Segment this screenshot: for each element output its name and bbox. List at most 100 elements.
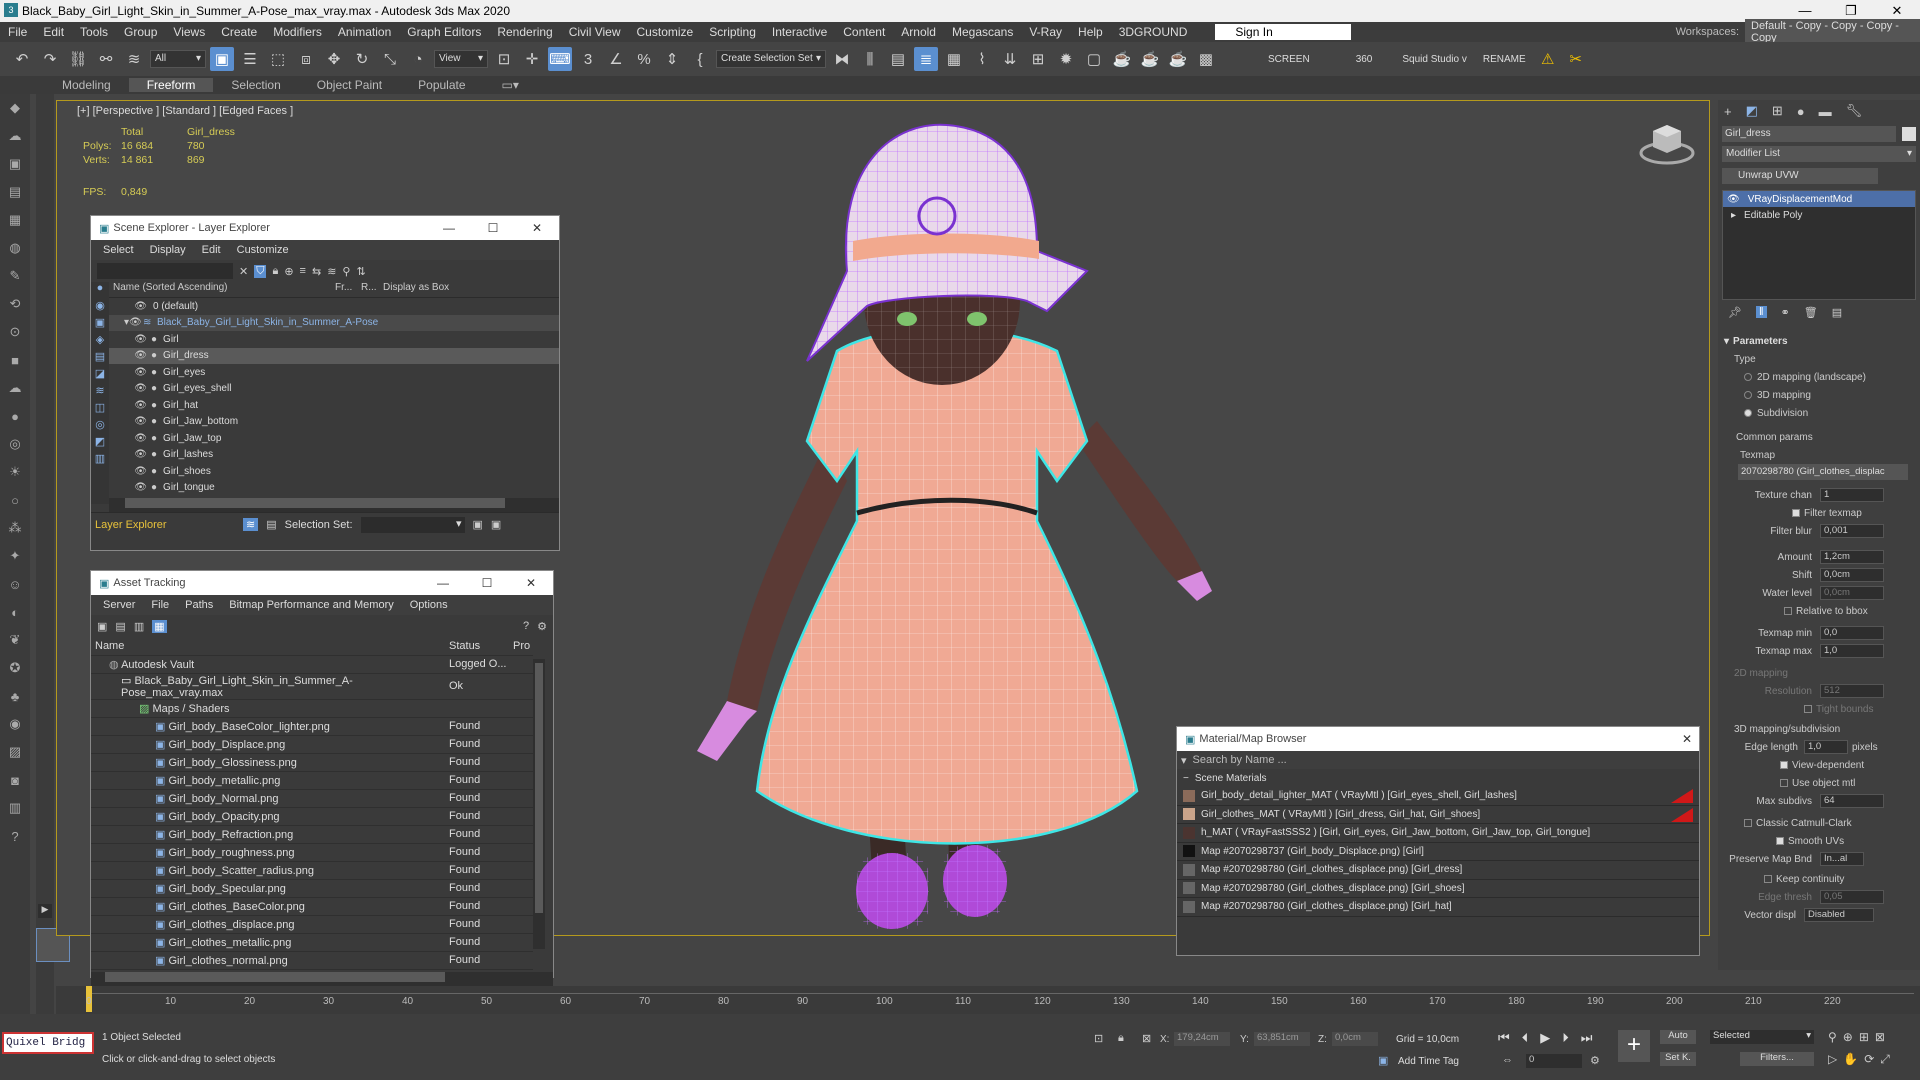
edge-length-spinner[interactable]: 1,0 [1804, 740, 1848, 754]
material-editor-icon[interactable]: ⊞ [1026, 47, 1050, 71]
percent-snap-icon[interactable]: % [632, 47, 656, 71]
se-side-display-icon[interactable]: ● [91, 282, 109, 299]
systems-icon[interactable]: ◍ [0, 234, 30, 262]
menu-content[interactable]: Content [835, 25, 893, 39]
table-row[interactable]: ▣ Girl_body_Specular.png Found [91, 879, 533, 898]
maximize-viewport-icon[interactable]: ⤢ [1880, 1052, 1890, 1067]
render-setup-icon[interactable]: ✹ [1054, 47, 1078, 71]
screen-360-label[interactable]: 360 [1350, 54, 1379, 65]
set-key-button[interactable]: Set K. [1660, 1052, 1696, 1066]
schematic-view-icon[interactable]: ⇊ [998, 47, 1022, 71]
zoom-extents-icon[interactable]: ⊞ [1859, 1030, 1869, 1044]
spinner-snap-icon[interactable]: ⇕ [660, 47, 684, 71]
texmap-min-spinner[interactable]: 0,0 [1820, 626, 1884, 640]
at-maximize-button[interactable]: ☐ [465, 576, 509, 590]
current-frame-field[interactable]: 0 [1526, 1054, 1582, 1068]
mirror-icon[interactable]: ⧓ [830, 47, 854, 71]
se-find-icon[interactable]: ⚲ [342, 265, 350, 278]
y-coordinate-field[interactable]: 63,851cm [1254, 1032, 1310, 1046]
undo-icon[interactable]: ↶ [10, 47, 34, 71]
tree-row[interactable]: 👁︎ ● Girl_hat [109, 397, 559, 414]
select-by-name-icon[interactable]: ☰ [238, 47, 262, 71]
at-col-pro[interactable]: Pro [509, 637, 533, 656]
menu-interactive[interactable]: Interactive [764, 25, 835, 39]
stack-item-vray-displacement[interactable]: 👁︎ VRayDisplacementMod [1723, 191, 1915, 207]
se-menu-display[interactable]: Display [142, 244, 194, 256]
object-name-field[interactable]: Girl_dress [1722, 126, 1896, 142]
table-row[interactable]: ▣ Girl_body_Opacity.png Found [91, 807, 533, 826]
snap-icon[interactable]: ⊙ [0, 318, 30, 346]
quixel-bridge-button[interactable]: Quixel Bridg [2, 1032, 94, 1054]
time-slider-track[interactable] [86, 986, 1914, 994]
radio-2d-mapping[interactable]: 2D mapping (landscape) [1724, 368, 1914, 386]
tree-row[interactable]: 👁︎ ● Girl_eyes [109, 364, 559, 381]
se-footer-save-icon[interactable]: ▣ [473, 518, 483, 531]
toggle-ribbon-icon[interactable]: ▦ [942, 47, 966, 71]
screen-label[interactable]: SCREEN [1262, 54, 1316, 65]
material-browser-titlebar[interactable]: ▣ Material/Map Browser ✕ [1177, 727, 1699, 751]
radio-3d-mapping[interactable]: 3D mapping [1724, 386, 1914, 404]
bone-icon[interactable]: ✦ [0, 542, 30, 570]
menu-group[interactable]: Group [116, 25, 165, 39]
play-icon[interactable]: ▶ [1540, 1030, 1550, 1046]
orbit-icon[interactable]: ⟳ [1864, 1052, 1874, 1067]
lights-icon[interactable]: ☁ [0, 122, 30, 150]
menu-modifiers[interactable]: Modifiers [265, 25, 330, 39]
expand-icon[interactable]: ▸ [1731, 210, 1736, 221]
auto-key-button[interactable]: Auto [1660, 1030, 1696, 1044]
align-icon[interactable]: ⫼ [858, 47, 882, 71]
texture-chan-spinner[interactable]: 1 [1820, 488, 1884, 502]
viewport-label[interactable]: [+] [Perspective ] [Standard ] [Edged Fa… [77, 105, 293, 117]
mb-search-input[interactable]: Search by Name ... [1193, 754, 1699, 766]
select-scale-icon[interactable]: ⤡ [378, 47, 402, 71]
stack-item-editable-poly[interactable]: ▸ Editable Poly [1723, 207, 1915, 223]
torus-icon[interactable]: ◎ [0, 430, 30, 458]
tab-object-paint[interactable]: Object Paint [299, 78, 400, 92]
menu-scripting[interactable]: Scripting [701, 25, 764, 39]
cloud-icon[interactable]: ☁ [0, 374, 30, 402]
scissors-icon[interactable]: ✂ [1564, 47, 1588, 71]
se-menu-select[interactable]: Select [95, 244, 142, 256]
se-footer-table-icon[interactable]: ▤ [266, 518, 276, 531]
at-menu-bitmap[interactable]: Bitmap Performance and Memory [221, 599, 401, 611]
menu-create[interactable]: Create [213, 25, 265, 39]
pivot-icon[interactable]: ⊡ [492, 47, 516, 71]
time-tag-icon[interactable]: ▣ [1378, 1054, 1388, 1067]
tree-row[interactable]: 👁︎ ● Girl_Jaw_bottom [109, 414, 559, 431]
key-filter-dropdown[interactable]: Selected ▾ [1710, 1030, 1814, 1044]
se-side-bones-icon[interactable]: ◩ [91, 435, 109, 452]
se-side-lights-icon[interactable]: ◈ [91, 333, 109, 350]
at-refresh-icon[interactable]: ▣ [97, 620, 107, 633]
se-side-cameras-icon[interactable]: ▤ [91, 350, 109, 367]
radio-subdivision[interactable]: Subdivision [1724, 404, 1914, 422]
window-crossing-icon[interactable]: ⧈ [294, 47, 318, 71]
se-add-layer-icon[interactable]: ⊕ [284, 265, 293, 278]
display-tab-icon[interactable]: ▬ [1819, 104, 1832, 119]
table-row[interactable]: ▣ Girl_clothes_BaseColor.png Found [91, 897, 533, 916]
globe-icon[interactable]: ◐ [0, 598, 30, 626]
menu-megascans[interactable]: Megascans [944, 25, 1021, 39]
table-row[interactable]: ◍ Autodesk Vault Logged O... [91, 655, 533, 674]
list-item[interactable]: h_MAT ( VRayFastSSS2 ) [Girl, Girl_eyes,… [1177, 824, 1699, 843]
se-footer-layers-icon[interactable]: ≋ [243, 518, 259, 531]
time-config-icon[interactable]: ⚙ [1590, 1054, 1600, 1067]
se-minimize-button[interactable]: — [427, 221, 471, 235]
unlink-icon[interactable]: ⚯ [94, 47, 118, 71]
at-vertical-scrollbar[interactable] [533, 659, 545, 949]
at-table-icon[interactable]: ▥ [134, 620, 144, 633]
sign-in-button[interactable]: Sign In [1215, 24, 1352, 40]
se-side-geometry-icon[interactable]: ◉ [91, 299, 109, 316]
select-rotate-icon[interactable]: ↻ [350, 47, 374, 71]
object-color-swatch[interactable] [1902, 127, 1916, 141]
se-sort-icon[interactable]: ⇅ [356, 265, 365, 278]
se-horizontal-scrollbar[interactable] [109, 498, 559, 512]
se-close-button[interactable]: ✕ [515, 221, 559, 235]
list-item[interactable]: Girl_clothes_MAT ( VRayMtl ) [Girl_dress… [1177, 806, 1699, 824]
absolute-mode-icon[interactable]: ⊠ [1142, 1032, 1151, 1045]
at-col-status[interactable]: Status [445, 637, 509, 656]
menu-arnold[interactable]: Arnold [893, 25, 944, 39]
tree-row[interactable]: 👁︎ 0 (default) [109, 298, 559, 315]
tree-icon[interactable]: ♣ [0, 682, 30, 710]
amount-spinner[interactable]: 1,2cm [1820, 550, 1884, 564]
paint-icon[interactable]: ✎ [0, 262, 30, 290]
